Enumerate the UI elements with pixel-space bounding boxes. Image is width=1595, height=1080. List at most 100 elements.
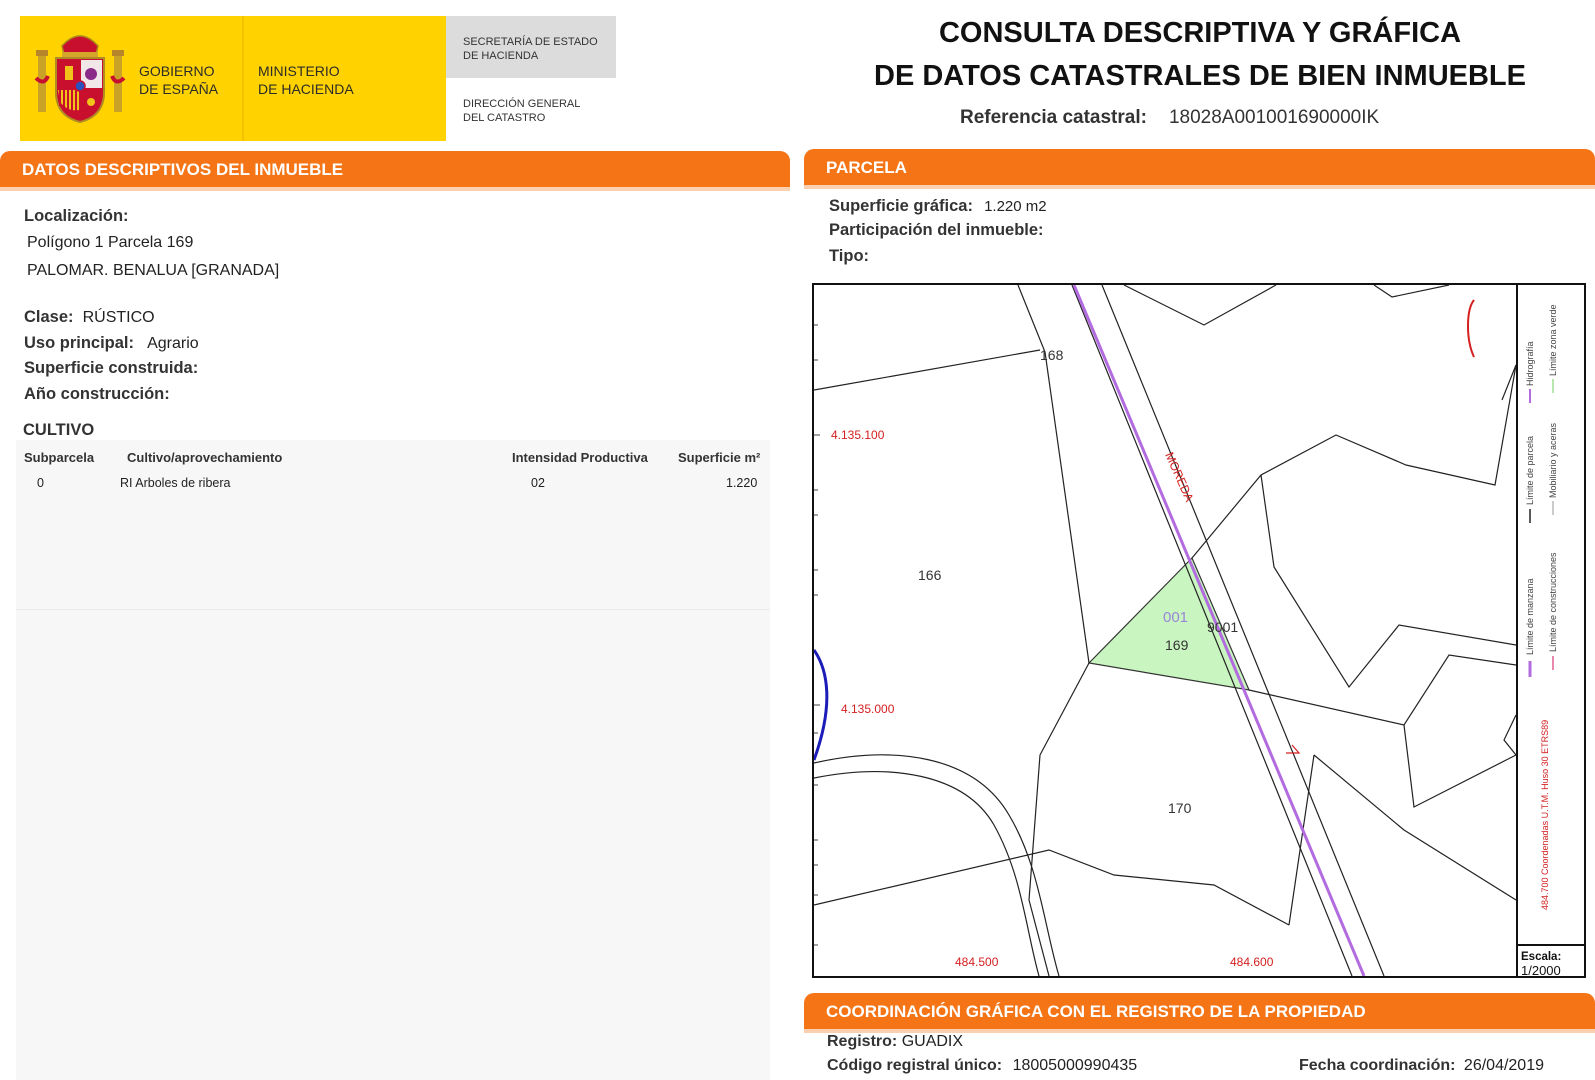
parcel-boundary-right-2 <box>1501 364 1516 401</box>
legend-mobiliario: Mobiliario y aceras <box>1548 422 1558 498</box>
gobierno-text: GOBIERNO DE ESPAÑA <box>139 62 218 98</box>
cultivo-title: CULTIVO <box>23 421 95 439</box>
ministerio-line-2: DE HACIENDA <box>258 81 354 97</box>
codigo-value: 18005000990435 <box>1012 1057 1138 1074</box>
parcel-boundary-170-east <box>1288 754 1315 926</box>
parcel-boundary-166-168 <box>814 349 1041 391</box>
participacion-label: Participación del inmueble: <box>829 221 1044 239</box>
parcel-boundary-right-5 <box>1403 724 1516 808</box>
column-header-cultivo: Cultivo/aprovechamiento <box>127 450 283 465</box>
coord-label-y1: 4.135.100 <box>831 428 885 442</box>
map-label-169: 169 <box>1165 637 1189 653</box>
coord-label-x1: 484.500 <box>955 955 999 969</box>
registro-row: Registro: GUADIX <box>827 1033 963 1051</box>
legend-coords-note: 484.700 Coordenadas U.T.M. Huso 30 ETRS8… <box>1540 720 1550 910</box>
scale-label: Escala: <box>1521 951 1562 963</box>
legend-limite-parcela: Límite de parcela <box>1525 436 1535 505</box>
registro-value: GUADIX <box>901 1033 964 1050</box>
superficie-grafica-row: Superficie gráfica: 1.220 m2 <box>829 196 1047 216</box>
cell-cultivo: RI Arboles de ribera <box>120 476 231 490</box>
map-label-001: 001 <box>1163 609 1189 626</box>
parcel-boundary-right-4 <box>1248 654 1516 726</box>
superficie-grafica-value: 1.220 m2 <box>984 198 1047 215</box>
left-ticks <box>814 324 820 946</box>
table-separator <box>16 609 770 610</box>
ministerio-text: MINISTERIO DE HACIENDA <box>258 62 354 98</box>
codigo-label: Código registral único: <box>827 1057 1003 1074</box>
map-label-9001: 9001 <box>1207 619 1239 635</box>
document-title-line-1: CONSULTA DESCRIPTIVA Y GRÁFICA <box>938 17 1462 49</box>
superficie-grafica-label: Superficie gráfica: <box>829 197 973 215</box>
tipo-label: Tipo: <box>829 247 870 265</box>
uso-label: Uso principal: <box>24 334 135 352</box>
map-drawing <box>814 285 1516 976</box>
document-title-line-2: DE DATOS CATASTRALES DE BIEN INMUEBLE <box>874 60 1526 92</box>
referencia-catastral: Referencia catastral: 18028A001001690000I… <box>960 107 1379 129</box>
legend-limite-manzana: Límite de manzana <box>1525 578 1535 655</box>
referencia-value: 18028A001001690000IK <box>1168 107 1380 128</box>
secretaria-line-1: SECRETARÍA DE ESTADO <box>463 36 598 48</box>
parcel-boundary-170-south <box>814 849 1290 926</box>
anio-construccion-label: Año construcción: <box>24 385 170 403</box>
column-header-subparcela: Subparcela <box>24 450 95 465</box>
fecha-value: 26/04/2019 <box>1463 1057 1544 1074</box>
scale-value: 1/2000 <box>1521 963 1561 978</box>
legend-zona-verde: Límite zona verde <box>1548 304 1558 376</box>
cell-intensidad: 02 <box>531 476 545 490</box>
gobierno-line-1: GOBIERNO <box>139 63 215 79</box>
direccion-line-1: DIRECCIÓN GENERAL <box>463 98 581 110</box>
cell-subparcela: 0 <box>37 476 44 490</box>
ministerio-line-1: MINISTERIO <box>258 63 340 79</box>
parcel-boundary-top-right <box>1373 285 1450 298</box>
localizacion-line-2: PALOMAR. BENALUA [GRANADA] <box>27 262 280 279</box>
registro-label: Registro: <box>827 1033 898 1050</box>
coord-label-x2: 484.600 <box>1230 955 1274 969</box>
localizacion-label: Localización: <box>24 207 129 225</box>
map-label-168: 168 <box>1040 347 1064 363</box>
coat-of-arms-icon <box>34 35 126 124</box>
coord-label-y2: 4.135.000 <box>841 702 895 716</box>
direccion-line-2: DEL CATASTRO <box>463 112 546 124</box>
cell-superficie: 1.220 <box>726 476 758 490</box>
map-scale: Escala: 1/2000 <box>1521 950 1561 978</box>
red-marker <box>1467 299 1475 358</box>
column-header-intensidad: Intensidad Productiva <box>512 450 648 465</box>
cultivo-table <box>16 440 770 1080</box>
parcel-boundary-top <box>1123 285 1277 326</box>
parcel-boundary-168 <box>1017 285 1090 664</box>
column-header-superficie: Superficie m² <box>678 450 761 465</box>
coordinacion-header: COORDINACIÓN GRÁFICA CON EL REGISTRO DE … <box>804 993 1595 1029</box>
parcel-boundary-left-bottom <box>1028 662 1090 976</box>
datos-descriptivos-header: DATOS DESCRIPTIVOS DEL INMUEBLE <box>0 151 790 187</box>
curved-road-inner <box>814 771 1040 976</box>
parcela-underline <box>804 185 1595 189</box>
parcela-header: PARCELA <box>804 149 1595 185</box>
parcel-boundary-right-1 <box>1191 364 1516 559</box>
datos-descriptivos-underline <box>0 187 790 191</box>
banner-divider <box>242 16 244 141</box>
superficie-construida-label: Superficie construida: <box>24 359 199 377</box>
fecha-row: Fecha coordinación: 26/04/2019 <box>1299 1057 1544 1075</box>
uso-row: Uso principal: Agrario <box>24 333 199 353</box>
parcel-boundary-right-3 <box>1260 474 1516 689</box>
legend-limite-construcciones: Límite de construcciones <box>1548 552 1558 652</box>
clase-row: Clase: RÚSTICO <box>24 307 155 327</box>
gobierno-line-2: DE ESPAÑA <box>139 81 219 97</box>
codigo-row: Código registral único: 18005000990435 <box>827 1057 1137 1075</box>
scale-separator <box>1518 944 1584 946</box>
map-legend: Hidrografía Límite zona verde Límite de … <box>1525 304 1558 910</box>
map-label-170: 170 <box>1168 800 1192 816</box>
curved-road-outer <box>814 754 1060 976</box>
direccion-text: DIRECCIÓN GENERAL DEL CATASTRO <box>463 97 580 125</box>
secretaria-text: SECRETARÍA DE ESTADO DE HACIENDA <box>463 35 598 63</box>
parcel-boundary-right-6 <box>1503 714 1516 756</box>
referencia-label: Referencia catastral: <box>960 107 1147 128</box>
uso-value: Agrario <box>147 335 199 352</box>
fecha-label: Fecha coordinación: <box>1299 1057 1456 1074</box>
clase-value: RÚSTICO <box>82 309 155 326</box>
secretaria-line-2: DE HACIENDA <box>463 50 539 62</box>
clase-label: Clase: <box>24 308 74 326</box>
localizacion-line-1: Polígono 1 Parcela 169 <box>27 234 194 251</box>
map-label-166: 166 <box>918 567 942 583</box>
legend-hidrografia: Hidrografía <box>1525 341 1535 386</box>
